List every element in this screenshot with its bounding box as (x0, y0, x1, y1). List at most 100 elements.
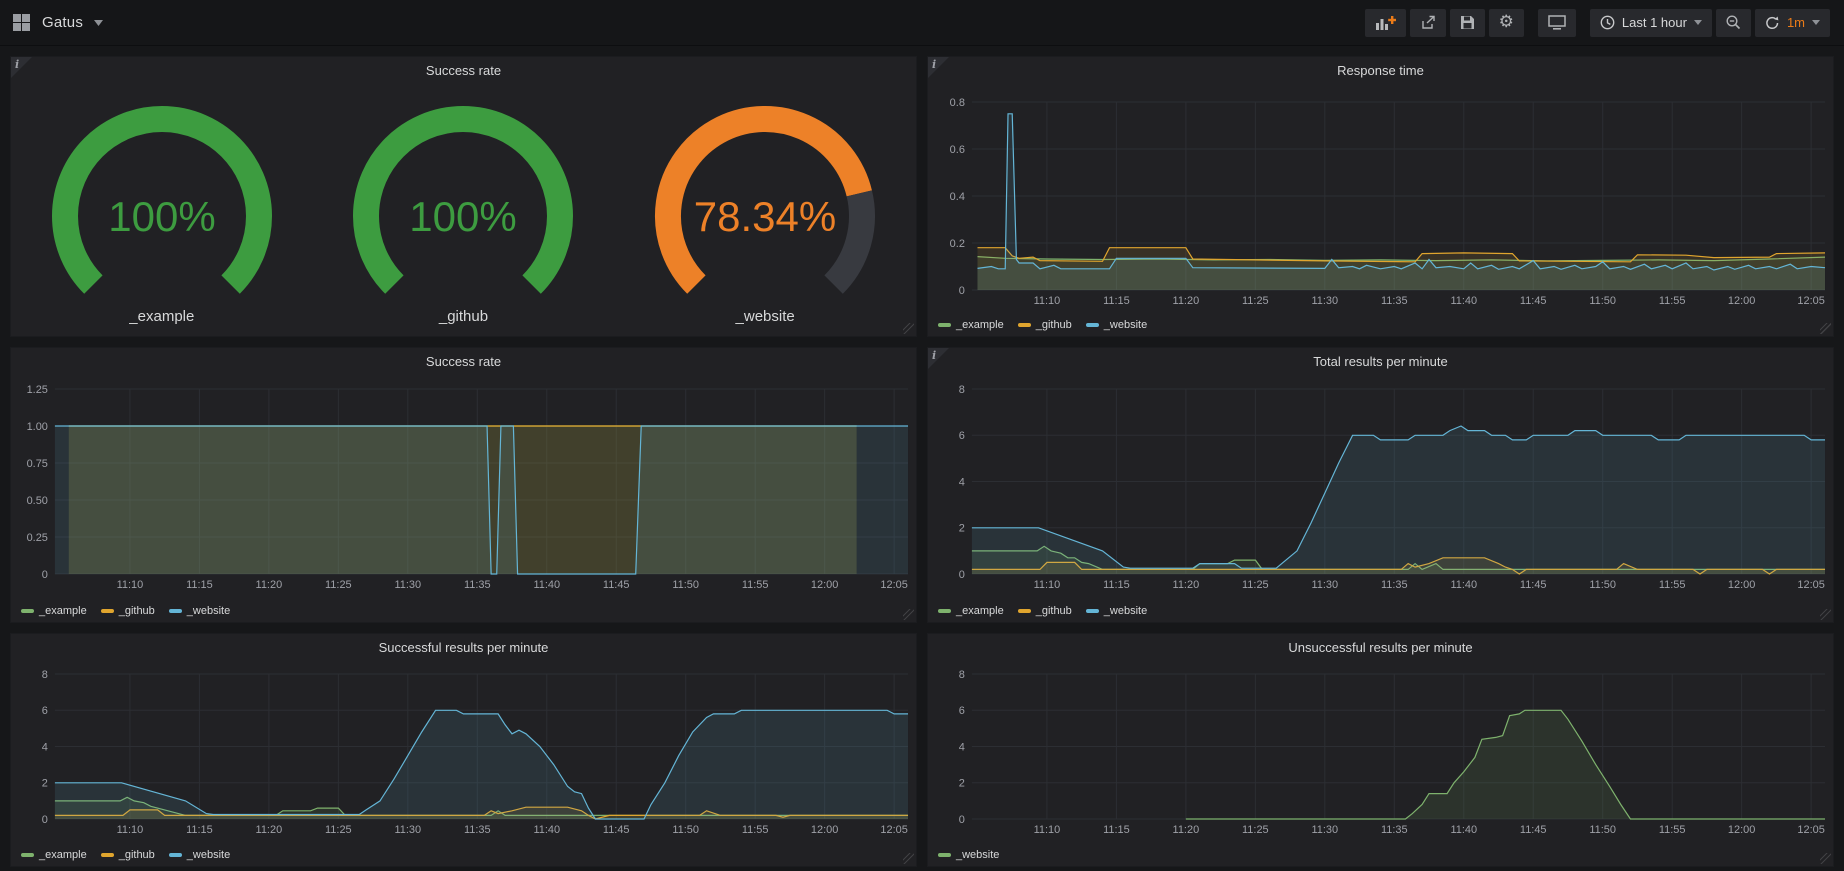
y-axis-label: 2 (959, 778, 965, 790)
y-axis-label: 0 (42, 814, 48, 826)
y-axis-label: 2 (959, 523, 965, 535)
panel-resize-handle[interactable] (1820, 853, 1831, 864)
panel-title[interactable]: Unsuccessful results per minute (928, 634, 1833, 662)
panel-resize-handle[interactable] (903, 853, 914, 864)
series-area-_website (55, 426, 908, 574)
chart-legend: _example _github _website (938, 605, 1147, 617)
save-icon (1460, 15, 1475, 30)
legend-item-_example[interactable]: _example (21, 605, 87, 617)
time-series-chart[interactable]: 11:1011:1511:2011:2511:3011:3511:4011:45… (928, 85, 1833, 338)
legend-item-_website[interactable]: _website (938, 849, 999, 861)
refresh-icon (1765, 16, 1780, 30)
time-series-chart[interactable]: 11:1011:1511:2011:2511:3011:3511:4011:45… (928, 376, 1833, 624)
gauge-_github: 100%_github (333, 100, 593, 325)
x-axis-label: 12:00 (811, 579, 838, 591)
time-range-label: Last 1 hour (1622, 15, 1687, 30)
legend-item-_github[interactable]: _github (101, 605, 155, 617)
zoom-out-icon (1726, 15, 1741, 30)
save-button[interactable] (1450, 9, 1485, 37)
legend-item-_website[interactable]: _website (169, 849, 230, 861)
x-axis-label: 11:35 (464, 824, 491, 836)
share-button[interactable] (1410, 9, 1446, 37)
tv-icon (1548, 15, 1566, 30)
legend-swatch (169, 853, 182, 857)
time-series-chart[interactable]: 11:1011:1511:2011:2511:3011:3511:4011:45… (928, 662, 1833, 868)
clock-icon (1600, 15, 1615, 30)
x-axis-label: 11:45 (603, 824, 630, 836)
legend-item-_website[interactable]: _website (169, 605, 230, 617)
legend-swatch (938, 323, 951, 327)
x-axis-label: 12:05 (1797, 295, 1824, 307)
panel-resize-handle[interactable] (903, 323, 914, 334)
panel-response-time: i Response time 11:1011:1511:2011:2511:3… (927, 56, 1834, 337)
chart-legend: _example _github _website (938, 319, 1147, 331)
gauge-_example: 100%_example (32, 100, 292, 325)
x-axis-label: 11:15 (186, 579, 213, 591)
legend-item-_github[interactable]: _github (101, 849, 155, 861)
panel-title[interactable]: Successful results per minute (11, 634, 916, 662)
legend-swatch (101, 609, 114, 613)
series-line-_website (977, 114, 1825, 270)
y-axis-label: 4 (959, 741, 965, 753)
y-axis-label: 1.00 (27, 421, 48, 433)
legend-item-_example[interactable]: _example (21, 849, 87, 861)
legend-label: _example (956, 605, 1004, 617)
time-series-chart[interactable]: 11:1011:1511:2011:2511:3011:3511:4011:45… (11, 376, 916, 624)
x-axis-label: 11:35 (1381, 295, 1408, 307)
panel-title[interactable]: Success rate (11, 348, 916, 376)
panel-title[interactable]: Total results per minute (928, 348, 1833, 376)
legend-swatch (21, 609, 34, 613)
panel-resize-handle[interactable] (1820, 609, 1831, 620)
y-axis-label: 1.25 (27, 384, 48, 396)
info-icon[interactable]: i (11, 57, 32, 78)
legend-swatch (1086, 323, 1099, 327)
x-axis-label: 11:50 (1589, 824, 1616, 836)
panel-resize-handle[interactable] (1820, 323, 1831, 334)
zoom-out-button[interactable] (1716, 9, 1751, 37)
settings-button[interactable]: ⚙ (1489, 9, 1524, 37)
y-axis-label: 8 (959, 384, 965, 396)
legend-item-_github[interactable]: _github (1018, 319, 1072, 331)
panel-resize-handle[interactable] (903, 609, 914, 620)
x-axis-label: 11:40 (1450, 579, 1477, 591)
x-axis-label: 11:15 (1103, 824, 1130, 836)
x-axis-label: 11:10 (1034, 295, 1061, 307)
legend-swatch (169, 609, 182, 613)
x-axis-label: 11:15 (1103, 579, 1130, 591)
gauge-_website: 78.34% _website (635, 100, 895, 325)
chevron-down-icon (1812, 20, 1820, 25)
legend-swatch (21, 853, 34, 857)
x-axis-label: 11:35 (1381, 579, 1408, 591)
panel-title[interactable]: Success rate (11, 57, 916, 85)
add-panel-button[interactable] (1365, 9, 1406, 37)
x-axis-label: 11:55 (1659, 824, 1686, 836)
gauge-value: 78.34% (694, 193, 836, 240)
y-axis-label: 8 (42, 669, 48, 681)
y-axis-label: 0 (42, 569, 48, 581)
legend-swatch (1018, 609, 1031, 613)
x-axis-label: 11:30 (1312, 295, 1339, 307)
gauge-value: 100% (410, 193, 517, 240)
time-series-chart[interactable]: 11:1011:1511:2011:2511:3011:3511:4011:45… (11, 662, 916, 868)
legend-label: _github (1036, 605, 1072, 617)
legend-label: _example (39, 849, 87, 861)
legend-item-_website[interactable]: _website (1086, 319, 1147, 331)
gauge-label: _website (736, 308, 795, 325)
dashboard-title-dropdown[interactable]: Gatus (12, 13, 103, 32)
x-axis-label: 11:15 (1103, 295, 1130, 307)
x-axis-label: 11:50 (1589, 295, 1616, 307)
x-axis-label: 12:00 (1728, 295, 1755, 307)
panel-title[interactable]: Response time (928, 57, 1833, 85)
tv-mode-button[interactable] (1538, 9, 1576, 37)
legend-item-_github[interactable]: _github (1018, 605, 1072, 617)
legend-item-_example[interactable]: _example (938, 605, 1004, 617)
x-axis-label: 11:20 (1173, 579, 1200, 591)
refresh-picker[interactable]: 1m (1755, 9, 1830, 37)
info-icon[interactable]: i (928, 348, 949, 369)
series-area-_website (972, 426, 1825, 574)
x-axis-label: 11:25 (325, 579, 352, 591)
legend-item-_example[interactable]: _example (938, 319, 1004, 331)
legend-item-_website[interactable]: _website (1086, 605, 1147, 617)
info-icon[interactable]: i (928, 57, 949, 78)
time-range-picker[interactable]: Last 1 hour (1590, 9, 1712, 37)
